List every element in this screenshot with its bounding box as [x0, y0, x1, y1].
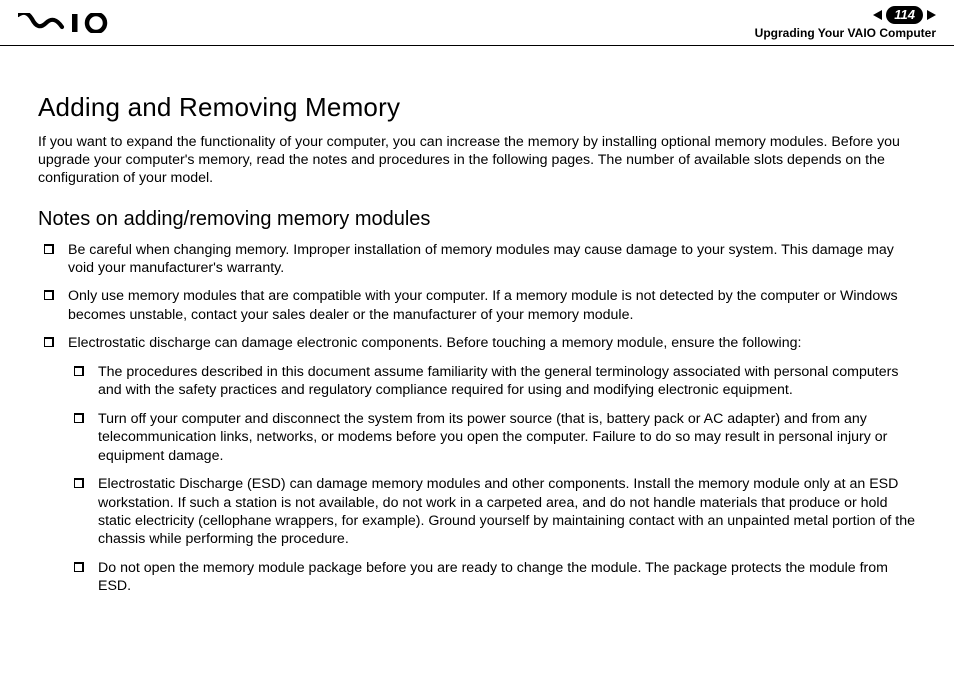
page-number: 114	[886, 6, 923, 24]
list-item-text: Turn off your computer and disconnect th…	[98, 411, 887, 464]
notes-subtitle: Notes on adding/removing memory modules	[38, 208, 916, 231]
page-content: Adding and Removing Memory If you want t…	[0, 46, 954, 596]
list-item: The procedures described in this documen…	[68, 363, 916, 400]
page: 114 Upgrading Your VAIO Computer Adding …	[0, 0, 954, 674]
prev-page-arrow-icon[interactable]	[873, 10, 882, 20]
list-item-text: Only use memory modules that are compati…	[68, 288, 898, 322]
page-header: 114 Upgrading Your VAIO Computer	[0, 0, 954, 46]
vaio-logo	[18, 12, 110, 34]
list-item: Do not open the memory module package be…	[68, 559, 916, 596]
page-title: Adding and Removing Memory	[38, 92, 916, 123]
next-page-arrow-icon[interactable]	[927, 10, 936, 20]
notes-list: Be careful when changing memory. Imprope…	[38, 241, 916, 596]
list-item: Electrostatic Discharge (ESD) can damage…	[68, 475, 916, 549]
intro-paragraph: If you want to expand the functionality …	[38, 133, 916, 188]
header-section-title: Upgrading Your VAIO Computer	[755, 26, 936, 40]
list-item-text: Do not open the memory module package be…	[98, 560, 888, 594]
header-right: 114 Upgrading Your VAIO Computer	[755, 6, 936, 40]
list-item-text: Electrostatic Discharge (ESD) can damage…	[98, 476, 915, 547]
list-item: Be careful when changing memory. Imprope…	[38, 241, 916, 278]
list-item: Electrostatic discharge can damage elect…	[38, 334, 916, 595]
list-item-text: Electrostatic discharge can damage elect…	[68, 335, 801, 351]
list-item: Only use memory modules that are compati…	[38, 287, 916, 324]
list-item-text: Be careful when changing memory. Imprope…	[68, 242, 894, 276]
page-navigation: 114	[755, 6, 936, 24]
list-item-text: The procedures described in this documen…	[98, 364, 898, 398]
list-item: Turn off your computer and disconnect th…	[68, 410, 916, 465]
sub-notes-list: The procedures described in this documen…	[68, 363, 916, 596]
